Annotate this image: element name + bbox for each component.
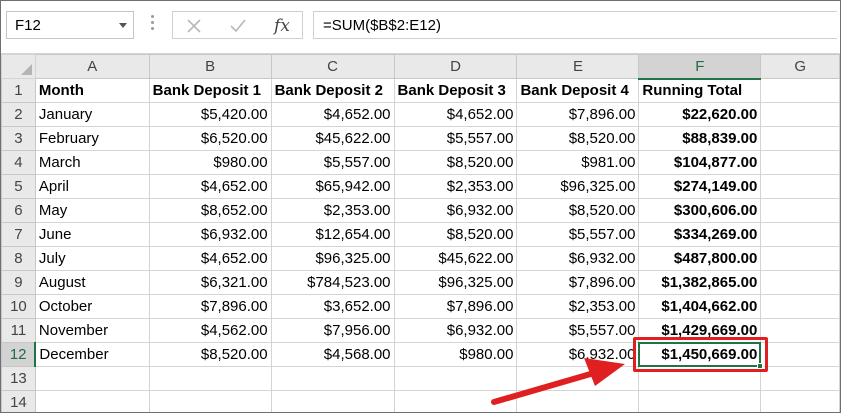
- annotation-arrow-icon: [491, 358, 625, 405]
- excel-window: F12 fx =SUM($B$2:E12) A B C D E F G 1 Mo…: [0, 0, 841, 413]
